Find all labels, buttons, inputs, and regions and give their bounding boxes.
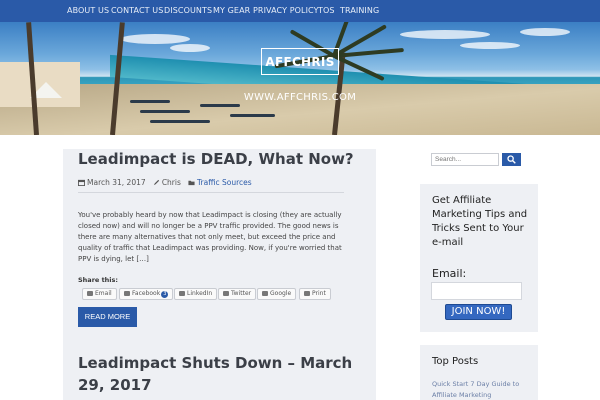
post-excerpt: You've probably heard by now that Leadim… — [78, 211, 342, 263]
post-author[interactable]: Chris — [162, 178, 181, 187]
pencil-icon — [153, 179, 159, 186]
nav-item-privacy-policy[interactable]: PRIVACY POLICY — [253, 6, 319, 15]
share-print-button[interactable]: Print — [299, 288, 331, 300]
top-nav: ABOUT US CONTACT US DISCOUNTS MY GEAR PR… — [0, 0, 600, 22]
email-icon — [87, 290, 93, 296]
nav-item-tos[interactable]: TOS — [318, 6, 335, 15]
nav-item-contact-us[interactable]: CONTACT US — [111, 6, 163, 15]
share-twitter-label: Twitter — [231, 290, 252, 297]
twitter-icon — [223, 290, 229, 296]
linkedin-icon — [179, 290, 185, 296]
post-title[interactable]: Leadimpact is DEAD, What Now? — [78, 150, 354, 168]
email-field[interactable] — [431, 282, 522, 300]
search-input[interactable] — [431, 153, 499, 166]
folder-icon — [188, 180, 195, 186]
share-linkedin-label: LinkedIn — [187, 290, 213, 297]
google-icon — [262, 290, 268, 296]
search-button[interactable] — [502, 153, 521, 166]
share-print-label: Print — [312, 290, 326, 297]
site-title[interactable]: AFFCHRIS — [261, 55, 339, 69]
share-linkedin-button[interactable]: LinkedIn — [174, 288, 218, 300]
post-meta: March 31, 2017 Chris Traffic Sources — [78, 178, 252, 187]
email-label: Email: — [432, 267, 467, 280]
share-label: Share this: — [78, 276, 119, 284]
top-posts-title: Top Posts — [432, 356, 479, 367]
nav-item-discounts[interactable]: DISCOUNTS — [164, 6, 212, 15]
meta-divider — [78, 192, 344, 193]
top-post-link[interactable]: Quick Start 7 Day Guide to Affiliate Mar… — [432, 379, 532, 400]
print-icon — [304, 290, 310, 296]
hero-banner — [0, 22, 600, 135]
share-email-label: Email — [95, 290, 112, 297]
facebook-share-count: 3 — [161, 291, 169, 298]
share-facebook-label: Facebook — [132, 290, 161, 297]
site-url: WWW.AFFCHRIS.COM — [243, 92, 357, 103]
join-now-button[interactable]: JOIN NOW! — [445, 304, 512, 320]
share-google-label: Google — [270, 290, 292, 297]
read-more-button[interactable]: READ MORE — [78, 307, 137, 327]
share-email-button[interactable]: Email — [82, 288, 117, 300]
calendar-icon — [78, 179, 85, 186]
optin-title: Get Affiliate Marketing Tips and Tricks … — [432, 195, 528, 248]
nav-item-about-us[interactable]: ABOUT US — [67, 6, 109, 15]
search-icon — [507, 155, 516, 164]
post-title-2[interactable]: Leadimpact Shuts Down – March 29, 2017 — [78, 352, 368, 396]
share-twitter-button[interactable]: Twitter — [218, 288, 257, 300]
nav-item-training[interactable]: TRAINING — [340, 6, 379, 15]
post-date: March 31, 2017 — [87, 178, 146, 187]
share-google-button[interactable]: Google — [257, 288, 297, 300]
nav-item-my-gear[interactable]: MY GEAR — [213, 6, 250, 15]
post-category[interactable]: Traffic Sources — [197, 178, 252, 187]
facebook-icon — [124, 290, 130, 296]
share-facebook-button[interactable]: Facebook 3 — [119, 288, 174, 300]
